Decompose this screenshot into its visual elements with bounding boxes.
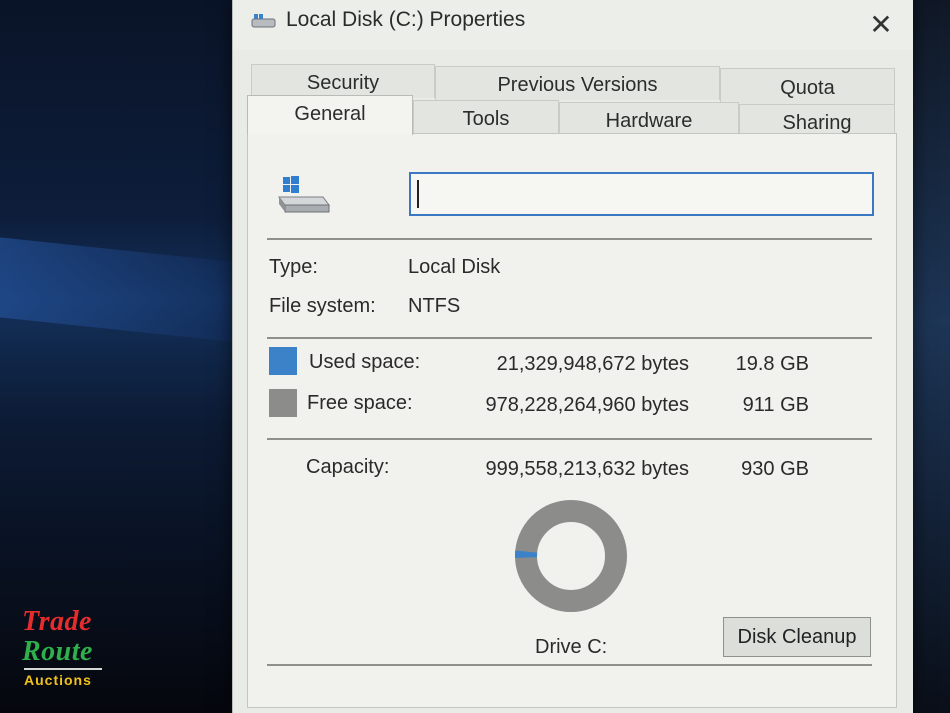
capacity-bytes: 999,558,213,632 bytes <box>485 458 689 480</box>
desktop-background-glow <box>0 237 240 343</box>
drive-icon <box>251 14 276 28</box>
close-button[interactable]: ✕ <box>863 10 899 42</box>
used-space-size: 19.8 GB <box>735 353 809 375</box>
divider-top <box>267 238 872 240</box>
file-system-value: NTFS <box>408 295 461 317</box>
tab-security[interactable]: Security <box>251 64 435 98</box>
used-space-label: Used space: <box>309 351 421 373</box>
free-space-size: 911 GB <box>742 394 809 416</box>
desktop-edge <box>912 0 950 713</box>
tab-general[interactable]: General <box>247 95 413 135</box>
divider-lower <box>267 438 872 440</box>
watermark-logo: Trade Route Auctions <box>22 606 112 691</box>
text-caret <box>417 180 419 208</box>
logo-rule <box>24 668 102 670</box>
divider-bottom <box>267 664 872 666</box>
divider-middle <box>267 337 872 339</box>
type-value: Local Disk <box>408 256 501 278</box>
drive-label: Drive C: <box>535 636 608 658</box>
window-title: Local Disk (C:) Properties <box>286 8 526 31</box>
close-icon: ✕ <box>869 9 893 40</box>
title-bar[interactable]: Local Disk (C:) Properties ✕ <box>233 0 913 50</box>
used-space-bytes: 21,329,948,672 bytes <box>496 353 689 375</box>
free-space-label: Free space: <box>307 392 413 414</box>
capacity-label: Capacity: <box>306 456 390 478</box>
windows-drive-icon <box>278 176 330 213</box>
logo-text-trade: Trade <box>22 606 92 637</box>
used-space-swatch <box>269 347 297 375</box>
logo-text-auctions: Auctions <box>24 672 92 688</box>
type-label: Type: <box>269 256 318 278</box>
tab-quota[interactable]: Quota <box>720 68 895 104</box>
tab-sharing[interactable]: Sharing <box>739 104 895 136</box>
tab-tools[interactable]: Tools <box>413 100 559 134</box>
free-space-bytes: 978,228,264,960 bytes <box>485 394 689 416</box>
volume-label-input[interactable] <box>409 172 874 216</box>
free-space-swatch <box>269 389 297 417</box>
file-system-label: File system: <box>269 295 376 317</box>
tab-previous-versions[interactable]: Previous Versions <box>435 66 720 100</box>
properties-dialog: Local Disk (C:) Properties ✕ Security Pr… <box>232 0 913 713</box>
usage-donut-chart <box>515 500 627 612</box>
disk-cleanup-button[interactable]: Disk Cleanup <box>723 617 871 657</box>
capacity-size: 930 GB <box>741 458 809 480</box>
free-space-ring <box>515 500 627 612</box>
logo-text-route: Route <box>22 636 93 667</box>
tab-hardware[interactable]: Hardware <box>559 102 739 134</box>
